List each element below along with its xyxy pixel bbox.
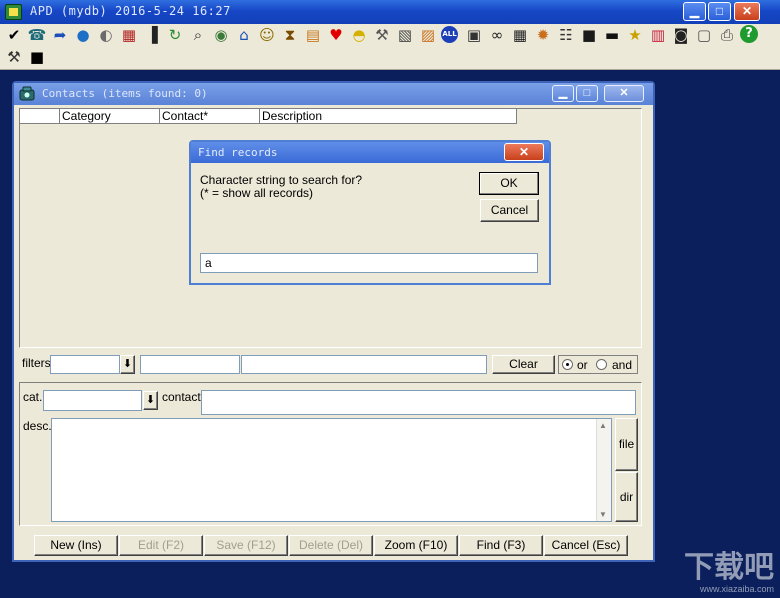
edit-button[interactable]: Edit (F2)	[119, 535, 203, 556]
screen-icon[interactable]: ■	[579, 25, 599, 45]
description-scrollbar[interactable]: ▲ ▼	[596, 419, 611, 521]
ok-button[interactable]: OK	[479, 172, 539, 195]
dialog-cancel-button[interactable]: Cancel	[480, 199, 539, 222]
contact-label: contact	[162, 390, 201, 404]
dialog-title: Find records	[198, 146, 278, 159]
filter-category-dropdown-button[interactable]: ⬇	[120, 355, 135, 374]
lightbulb-icon[interactable]: ◓	[349, 25, 369, 45]
category-dropdown-button[interactable]: ⬇	[143, 391, 158, 410]
filter-contact-input[interactable]	[140, 355, 240, 374]
heart-icon[interactable]: ♥	[326, 25, 346, 45]
lock-icon[interactable]: ▢	[694, 25, 714, 45]
watermark: 下载吧 www.xiazaiba.com	[684, 550, 774, 595]
phone-icon[interactable]: ☎	[27, 25, 47, 45]
wrench-icon[interactable]: ⚒	[372, 25, 392, 45]
calculator-icon[interactable]: ▧	[395, 25, 415, 45]
zoom-button[interactable]: Zoom (F10)	[374, 535, 458, 556]
cat-label: cat.	[23, 390, 43, 404]
new-button[interactable]: New (Ins)	[34, 535, 118, 556]
contacts-titlebar[interactable]: Contacts (items found: 0) ▁ □ ✕	[14, 83, 653, 105]
and-radio[interactable]	[596, 359, 607, 370]
calendar-icon[interactable]: ▦	[119, 25, 139, 45]
money-bag-icon[interactable]: ◐	[96, 25, 116, 45]
phone-icon	[19, 86, 35, 101]
card-icon[interactable]: ▬	[602, 25, 622, 45]
arrow-redo-icon[interactable]: ➦	[50, 25, 70, 45]
watermark-logo-text: 下载吧	[684, 550, 774, 585]
and-label: and	[612, 358, 633, 372]
grid-header: Category Contact* Description	[20, 109, 517, 124]
bank-icon[interactable]: ⌂	[234, 25, 254, 45]
find-records-dialog: Find records ✕ Character string to searc…	[189, 140, 551, 285]
globe-pin-icon[interactable]: ◉	[211, 25, 231, 45]
help-icon[interactable]: ?	[740, 25, 758, 43]
dialog-close-button[interactable]: ✕	[504, 143, 544, 161]
column-header-category[interactable]: Category	[60, 109, 160, 124]
filters-row: filters ⬇ Clear or and	[19, 353, 642, 377]
find-button[interactable]: Find (F3)	[459, 535, 543, 556]
toolbar: ✔ ☎ ➦ ● ◐ ▦ ▐ ↻ ⌕ ◉ ⌂ ☺ ⧗ ▤ ♥ ◓ ⚒ ▧ ▨ ALL ▣ ∞ ▦ ✹ ☷ ■ ▬ ★ ▥ ◙ ▢ ⎙? ⚒ ■	[0, 24, 780, 70]
file-button[interactable]: file	[615, 418, 638, 471]
all-icon[interactable]: ALL	[441, 26, 458, 43]
filter-description-input[interactable]	[241, 355, 487, 374]
address-book-icon[interactable]: ▣	[464, 25, 484, 45]
dir-button[interactable]: dir	[615, 472, 638, 522]
folder-icon[interactable]: ▤	[303, 25, 323, 45]
save-button[interactable]: Save (F12)	[204, 535, 288, 556]
dialog-titlebar[interactable]: Find records ✕	[191, 142, 549, 163]
scroll-down-arrow-icon[interactable]: ▼	[599, 510, 607, 519]
book-search-icon[interactable]: ⌕	[188, 25, 208, 45]
contacts-minimize-button[interactable]: ▁	[552, 85, 574, 102]
notebook-icon[interactable]: ▨	[418, 25, 438, 45]
table-icon[interactable]: ▦	[510, 25, 530, 45]
bottom-button-bar: New (Ins) Edit (F2) Save (F12) Delete (D…	[34, 535, 629, 557]
contacts-close-button[interactable]: ✕	[604, 85, 644, 102]
search-prompt: Character string to search for?	[200, 173, 363, 187]
smiley-icon[interactable]: ☺	[257, 25, 277, 45]
delete-button[interactable]: Delete (Del)	[289, 535, 373, 556]
filter-category-input[interactable]	[50, 355, 120, 374]
chart-icon[interactable]: ▐	[142, 25, 162, 45]
close-button[interactable]: ✕	[734, 2, 760, 21]
contacts-title: Contacts (items found: 0)	[42, 87, 208, 100]
contact-input[interactable]	[201, 390, 636, 415]
column-header-select[interactable]	[20, 109, 60, 124]
desc-label: desc.	[23, 419, 52, 433]
contacts-maximize-button[interactable]: □	[576, 85, 598, 102]
printer-icon[interactable]: ⎙	[717, 25, 737, 45]
search-string-input[interactable]: a	[200, 253, 538, 273]
detail-panel: cat. ⬇ contact desc. ▲ ▼ file dir	[19, 382, 642, 526]
main-titlebar[interactable]: APD (mydb) 2016-5-24 16:27 ▁ □ ✕	[0, 0, 780, 24]
clear-button[interactable]: Clear	[492, 355, 555, 374]
app-icon	[5, 4, 22, 20]
network-icon[interactable]: ☷	[556, 25, 576, 45]
maximize-button[interactable]: □	[708, 2, 731, 21]
tools-icon[interactable]: ⚒	[4, 47, 24, 67]
minimize-button[interactable]: ▁	[683, 2, 706, 21]
or-label: or	[577, 358, 588, 372]
or-radio[interactable]	[562, 359, 573, 370]
camera-icon[interactable]: ◙	[671, 25, 691, 45]
or-and-group: or and	[558, 355, 638, 374]
filters-label: filters	[22, 356, 51, 370]
check-icon[interactable]: ✔	[4, 25, 24, 45]
clock-refresh-icon[interactable]: ↻	[165, 25, 185, 45]
binoculars-icon[interactable]: ∞	[487, 25, 507, 45]
column-header-description[interactable]: Description	[260, 109, 517, 124]
search-hint: (* = show all records)	[200, 186, 314, 200]
archive-icon[interactable]: ▥	[648, 25, 668, 45]
category-input[interactable]	[43, 390, 142, 411]
cancel-button[interactable]: Cancel (Esc)	[544, 535, 628, 556]
grid-star-icon[interactable]: ✹	[533, 25, 553, 45]
sticky-note-icon[interactable]: ★	[625, 25, 645, 45]
description-textarea[interactable]: ▲ ▼	[51, 418, 612, 522]
column-header-contact[interactable]: Contact*	[160, 109, 260, 124]
scroll-up-arrow-icon[interactable]: ▲	[599, 421, 607, 430]
window-title: APD (mydb) 2016-5-24 16:27	[30, 4, 231, 18]
watermark-url: www.xiazaiba.com	[699, 584, 774, 594]
globe-icon[interactable]: ●	[73, 25, 93, 45]
hourglass-icon[interactable]: ⧗	[280, 25, 300, 45]
terminal-icon[interactable]: ■	[27, 47, 47, 67]
